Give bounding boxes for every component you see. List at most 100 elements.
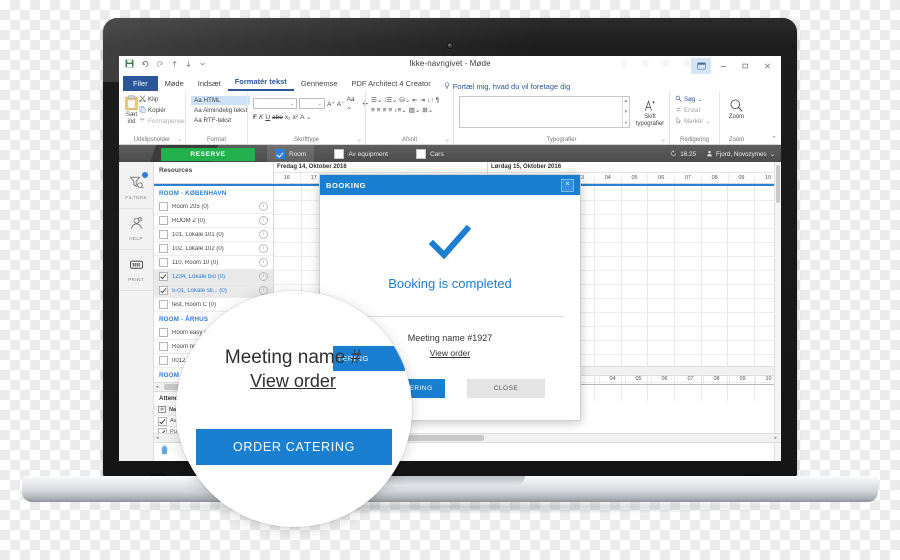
- resource-info-icon[interactable]: i: [259, 272, 268, 281]
- rail-item-help[interactable]: ? HELP: [119, 209, 153, 250]
- justify-icon[interactable]: ≡: [388, 107, 392, 114]
- numbering-icon[interactable]: ⁞☰⌄: [384, 96, 397, 104]
- strikethrough-button[interactable]: abe: [272, 114, 283, 121]
- filter-room[interactable]: Room: [267, 145, 315, 163]
- collapse-ribbon-icon[interactable]: ⌃: [771, 135, 777, 143]
- resource-checkbox[interactable]: [159, 342, 168, 351]
- cut-button[interactable]: Klip: [139, 95, 186, 104]
- filter-av-equipment[interactable]: Av equipment: [326, 145, 396, 163]
- close-button[interactable]: CLOSE: [467, 379, 545, 398]
- resource-checkbox[interactable]: [159, 258, 168, 267]
- tab-formater-tekst[interactable]: Formatér tekst: [227, 75, 294, 91]
- rail-item-filters[interactable]: FILTERS: [119, 168, 153, 209]
- ribbon-display-options-button[interactable]: [691, 58, 711, 74]
- zoom-button[interactable]: Zoom: [725, 96, 748, 121]
- close-button[interactable]: [757, 58, 777, 74]
- resource-row[interactable]: ROOM Z (0) i: [154, 214, 273, 228]
- window-controls[interactable]: [691, 58, 777, 74]
- calendar-vertical-scrollbar[interactable]: [774, 162, 781, 461]
- rail-item-print[interactable]: PRINT: [119, 250, 153, 291]
- resource-checkbox[interactable]: [159, 216, 168, 225]
- grow-font-icon[interactable]: A⁺: [327, 100, 335, 108]
- styles-dialog-launcher[interactable]: ⌄: [661, 136, 666, 143]
- tab-pdf-architect[interactable]: PDF Architect 4 Creator: [345, 77, 438, 91]
- magnified-view-order-link[interactable]: View order: [190, 371, 396, 392]
- bullets-icon[interactable]: ☰⌄: [371, 96, 382, 104]
- room-checkbox[interactable]: [275, 149, 285, 159]
- resource-row[interactable]: 110, Room 10 (0) i: [154, 256, 273, 270]
- scroll-left-icon[interactable]: ◂: [154, 435, 161, 441]
- resource-row[interactable]: Room 205 (0) i: [154, 200, 273, 214]
- tab-filer[interactable]: Filer: [123, 76, 158, 91]
- format-html[interactable]: Aa HTML: [191, 96, 251, 105]
- format-painter-button[interactable]: Formatpensel: [139, 117, 186, 126]
- tab-indsaet[interactable]: Indsæt: [191, 77, 228, 91]
- vertical-scroll-thumb[interactable]: [776, 165, 780, 203]
- format-rtf[interactable]: Aa RTF-tekst: [191, 116, 250, 125]
- select-button[interactable]: Markér ⌄: [675, 116, 710, 126]
- cars-checkbox[interactable]: [415, 149, 426, 159]
- resource-info-icon[interactable]: i: [259, 244, 268, 253]
- tell-me-box[interactable]: Fortæl mig, hvad du vil foretage dig: [438, 82, 570, 91]
- borders-icon[interactable]: ⊞⌄: [422, 106, 433, 114]
- scroll-right-icon[interactable]: ▸: [772, 435, 779, 441]
- user-chevron-down-icon[interactable]: ⌄: [770, 151, 775, 158]
- shrink-font-icon[interactable]: A⁻: [337, 100, 345, 108]
- select-chevron-down-icon[interactable]: ⌄: [705, 118, 710, 125]
- increase-indent-icon[interactable]: ⇥: [420, 96, 425, 104]
- font-dialog-launcher[interactable]: ⌄: [357, 136, 362, 143]
- resource-checkbox[interactable]: [159, 328, 168, 337]
- resource-info-icon[interactable]: i: [259, 216, 268, 225]
- italic-button[interactable]: K: [259, 114, 263, 121]
- paste-button[interactable]: Sæt ind: [124, 93, 139, 125]
- resource-checkbox[interactable]: [159, 300, 168, 309]
- resource-checkbox[interactable]: [159, 230, 168, 239]
- align-center-icon[interactable]: ≡: [377, 107, 381, 114]
- scroll-left-icon[interactable]: ◂: [154, 384, 161, 390]
- font-name-combo[interactable]: ⌄: [253, 98, 298, 109]
- sort-icon[interactable]: ↓↑: [427, 97, 434, 104]
- attendee-checkbox[interactable]: [158, 416, 167, 426]
- resource-checkbox[interactable]: [159, 286, 168, 295]
- resource-row[interactable]: 102, Lokale 102 (0) i: [154, 242, 273, 256]
- minimize-button[interactable]: [713, 58, 733, 74]
- subscript-button[interactable]: x₂: [285, 114, 291, 121]
- shading-icon[interactable]: ▨⌄: [409, 106, 421, 114]
- clipboard-dialog-launcher[interactable]: ⌄: [177, 136, 182, 143]
- underline-button[interactable]: U: [265, 114, 270, 121]
- close-icon[interactable]: ×: [561, 178, 574, 192]
- find-chevron-down-icon[interactable]: ⌄: [697, 96, 702, 103]
- resource-checkbox[interactable]: [159, 202, 168, 211]
- tab-gennemse[interactable]: Gennemse: [294, 77, 345, 91]
- resource-info-icon[interactable]: i: [259, 258, 268, 267]
- resource-info-icon[interactable]: i: [259, 202, 268, 211]
- ribbon-tabs[interactable]: Filer Møde Indsæt Formatér tekst Gennems…: [119, 76, 781, 91]
- resource-checkbox[interactable]: [159, 356, 168, 365]
- superscript-button[interactable]: x²: [293, 114, 298, 121]
- copy-button[interactable]: Kopiér: [139, 106, 186, 115]
- decrease-indent-icon[interactable]: ⇤: [412, 96, 417, 104]
- resource-info-icon[interactable]: i: [259, 230, 268, 239]
- av-equipment-checkbox[interactable]: [334, 149, 345, 159]
- align-left-icon[interactable]: ≡: [371, 107, 375, 114]
- styles-gallery[interactable]: ▲ ▼ ▾: [459, 96, 630, 128]
- resource-row[interactable]: 1234, Lokale bio (0) i: [154, 270, 273, 284]
- change-case-icon[interactable]: Aa ⌄: [347, 96, 361, 111]
- format-plain[interactable]: Aa Almindelig tekst: [191, 106, 250, 115]
- format-list[interactable]: Aa HTML Aa Almindelig tekst Aa RTF-tekst: [191, 93, 251, 125]
- font-size-combo[interactable]: ⌄: [299, 98, 326, 109]
- restore-button[interactable]: [735, 58, 755, 74]
- refresh-clock-icon[interactable]: [670, 149, 677, 159]
- text-color-button[interactable]: A ⌄: [300, 113, 311, 121]
- resource-checkbox[interactable]: [159, 272, 168, 281]
- reserve-button[interactable]: RESERVE: [161, 147, 255, 161]
- bold-button[interactable]: F: [253, 114, 257, 121]
- paragraph-dialog-launcher[interactable]: ⌄: [445, 136, 450, 143]
- user-menu[interactable]: Fjord, Novozymes ⌄: [706, 150, 775, 159]
- align-right-icon[interactable]: ≡: [383, 107, 387, 114]
- styles-gallery-scrollbar[interactable]: ▲ ▼ ▾: [622, 97, 629, 127]
- show-marks-icon[interactable]: ¶: [436, 97, 440, 104]
- delete-icon[interactable]: [160, 445, 169, 457]
- find-button[interactable]: Søg ⌄: [675, 95, 710, 104]
- filter-cars[interactable]: Cars: [408, 145, 452, 163]
